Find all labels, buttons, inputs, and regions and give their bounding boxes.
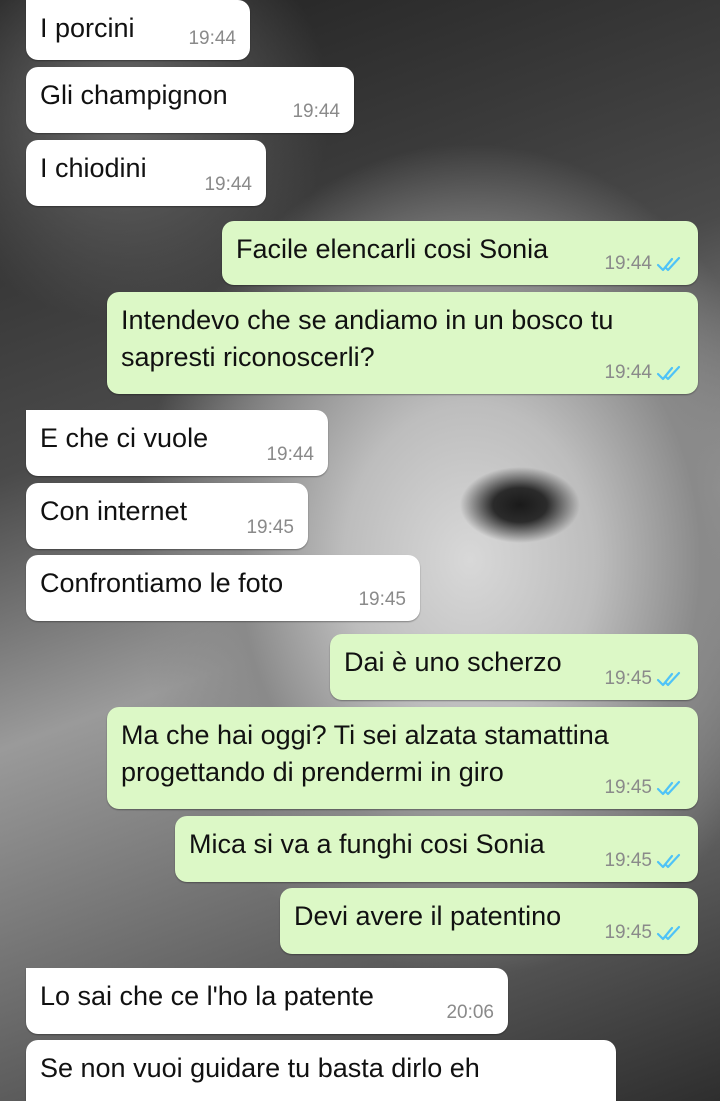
incoming-message[interactable]: Lo sai che ce l'ho la patente 20:06 — [26, 968, 508, 1034]
double-check-icon — [656, 365, 681, 381]
incoming-message[interactable]: I chiodini 19:44 — [26, 140, 266, 206]
message-time: 19:45 — [604, 850, 652, 871]
message-time: 20:06 — [446, 1002, 494, 1023]
message-time: 19:44 — [266, 444, 314, 465]
outgoing-message[interactable]: Ma che hai oggi? Ti sei alzata stamattin… — [107, 707, 698, 809]
incoming-message[interactable]: E che ci vuole 19:44 — [26, 410, 328, 476]
message-text: Lo sai che ce l'ho la patente — [40, 981, 374, 1011]
double-check-icon — [656, 256, 681, 272]
message-time: 19:45 — [604, 668, 652, 689]
double-check-icon — [656, 780, 681, 796]
message-time: 19:44 — [188, 28, 236, 49]
message-text: Intendevo che se andiamo in un bosco tu … — [121, 305, 614, 372]
outgoing-message[interactable]: Intendevo che se andiamo in un bosco tu … — [107, 292, 698, 394]
message-time: 19:45 — [246, 517, 294, 538]
message-time: 19:44 — [604, 362, 652, 383]
message-text: Ma che hai oggi? Ti sei alzata stamattin… — [121, 720, 609, 787]
double-check-icon — [656, 853, 681, 869]
message-time: 19:45 — [358, 589, 406, 610]
incoming-message[interactable]: I porcini 19:44 — [26, 0, 250, 60]
outgoing-message[interactable]: Devi avere il patentino 19:45 — [280, 888, 698, 954]
message-time: 19:44 — [292, 101, 340, 122]
double-check-icon — [656, 671, 681, 687]
outgoing-message[interactable]: Mica si va a funghi cosi Sonia 19:45 — [175, 816, 698, 882]
message-time: 19:44 — [204, 174, 252, 195]
message-time: 19:44 — [604, 253, 652, 274]
outgoing-message[interactable]: Facile elencarli cosi Sonia 19:44 — [222, 221, 698, 285]
message-time: 19:45 — [604, 922, 652, 943]
double-check-icon — [656, 925, 681, 941]
message-text: Se non vuoi guidare tu basta dirlo eh — [40, 1053, 480, 1083]
outgoing-message[interactable]: Dai è uno scherzo 19:45 — [330, 634, 698, 700]
incoming-message[interactable]: Gli champignon 19:44 — [26, 67, 354, 133]
incoming-message[interactable]: Con internet 19:45 — [26, 483, 308, 549]
message-text: Confrontiamo le foto — [40, 568, 284, 598]
incoming-message[interactable]: Se non vuoi guidare tu basta dirlo eh — [26, 1040, 616, 1101]
incoming-message[interactable]: Confrontiamo le foto 19:45 — [26, 555, 420, 621]
message-time: 19:45 — [604, 777, 652, 798]
